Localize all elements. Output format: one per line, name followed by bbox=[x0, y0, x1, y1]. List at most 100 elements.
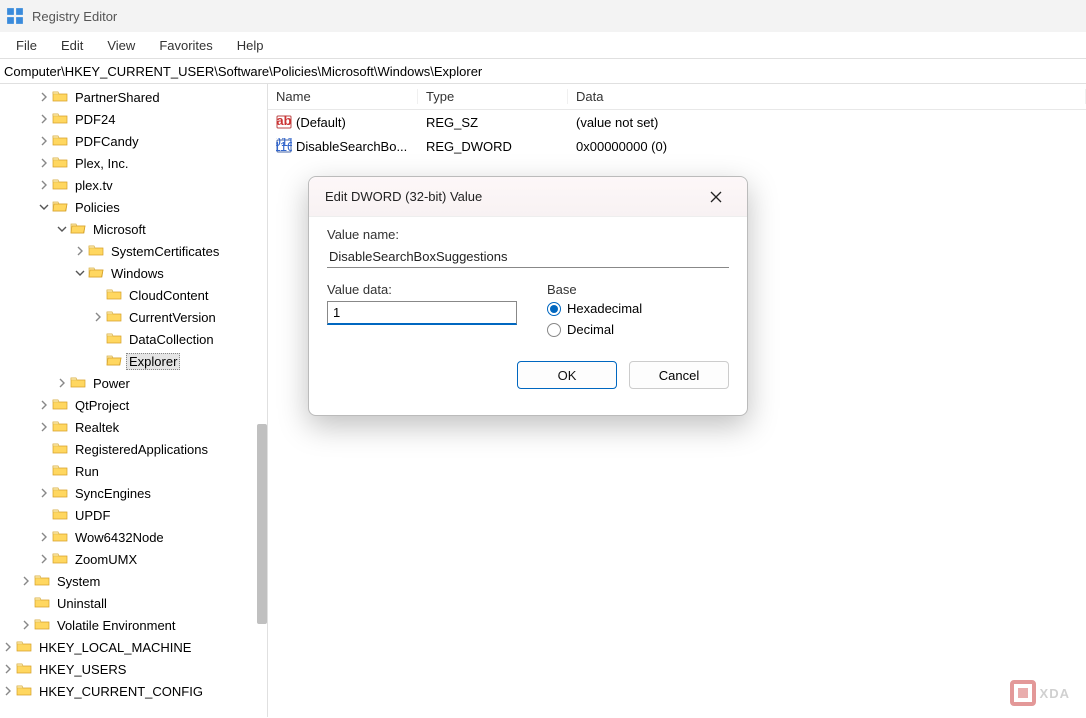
radio-decimal[interactable]: Decimal bbox=[547, 322, 729, 337]
radio-dot-icon bbox=[547, 302, 561, 316]
col-header-data[interactable]: Data bbox=[568, 89, 1086, 104]
tree-item-cloudcontent[interactable]: CloudContent bbox=[0, 284, 267, 306]
folder-icon bbox=[52, 529, 72, 546]
folder-icon bbox=[106, 287, 126, 304]
address-bar[interactable]: Computer\HKEY_CURRENT_USER\Software\Poli… bbox=[0, 59, 1086, 83]
tree-item-pdfcandy[interactable]: PDFCandy bbox=[0, 130, 267, 152]
col-header-type[interactable]: Type bbox=[418, 89, 568, 104]
tree-item-label: SystemCertificates bbox=[108, 243, 222, 260]
tree-item-updf[interactable]: UPDF bbox=[0, 504, 267, 526]
chevron-right-icon[interactable] bbox=[36, 551, 52, 567]
menu-edit[interactable]: Edit bbox=[51, 36, 93, 55]
folder-icon bbox=[34, 573, 54, 590]
radio-dec-label: Decimal bbox=[567, 322, 614, 337]
chevron-right-icon[interactable] bbox=[36, 89, 52, 105]
chevron-right-icon[interactable] bbox=[0, 683, 16, 699]
svg-text:110: 110 bbox=[276, 139, 292, 154]
tree-item-pdf24[interactable]: PDF24 bbox=[0, 108, 267, 130]
cell-name: 011110DisableSearchBo... bbox=[268, 138, 418, 154]
ok-button[interactable]: OK bbox=[517, 361, 617, 389]
app-title: Registry Editor bbox=[32, 9, 117, 24]
tree-item-label: CloudContent bbox=[126, 287, 212, 304]
tree-item-run[interactable]: Run bbox=[0, 460, 267, 482]
tree-item-label: HKEY_LOCAL_MACHINE bbox=[36, 639, 194, 656]
tree-item-explorer[interactable]: Explorer bbox=[0, 350, 267, 372]
tree-item-partnershared[interactable]: PartnerShared bbox=[0, 86, 267, 108]
tree-item-zoomumx[interactable]: ZoomUMX bbox=[0, 548, 267, 570]
folder-icon bbox=[52, 463, 72, 480]
chevron-right-icon[interactable] bbox=[36, 177, 52, 193]
tree-item-plex-tv[interactable]: plex.tv bbox=[0, 174, 267, 196]
tree-item-power[interactable]: Power bbox=[0, 372, 267, 394]
tree-item-label: Uninstall bbox=[54, 595, 110, 612]
tree-item-label: Run bbox=[72, 463, 102, 480]
base-label: Base bbox=[547, 282, 729, 297]
tree-item-syncengines[interactable]: SyncEngines bbox=[0, 482, 267, 504]
list-row[interactable]: 011110DisableSearchBo...REG_DWORD0x00000… bbox=[268, 134, 1086, 158]
chevron-right-icon[interactable] bbox=[36, 419, 52, 435]
tree-item-label: System bbox=[54, 573, 103, 590]
chevron-down-icon[interactable] bbox=[54, 221, 70, 237]
tree-item-hkey-current-config[interactable]: HKEY_CURRENT_CONFIG bbox=[0, 680, 267, 702]
chevron-right-icon[interactable] bbox=[36, 529, 52, 545]
cell-type: REG_DWORD bbox=[418, 139, 568, 154]
menu-favorites[interactable]: Favorites bbox=[149, 36, 222, 55]
tree-item-label: Policies bbox=[72, 199, 123, 216]
tree-item-policies[interactable]: Policies bbox=[0, 196, 267, 218]
tree-pane[interactable]: PartnerShared PDF24 PDFCandyPlex, Inc.plex… bbox=[0, 84, 268, 717]
chevron-right-icon[interactable] bbox=[0, 661, 16, 677]
tree-item-wow6432node[interactable]: Wow6432Node bbox=[0, 526, 267, 548]
tree-item-hkey-local-machine[interactable]: HKEY_LOCAL_MACHINE bbox=[0, 636, 267, 658]
tree-item-qtproject[interactable]: QtProject bbox=[0, 394, 267, 416]
tree-item-windows[interactable]: Windows bbox=[0, 262, 267, 284]
tree-item-label: RegisteredApplications bbox=[72, 441, 211, 458]
tree-item-label: Windows bbox=[108, 265, 167, 282]
scrollbar[interactable] bbox=[257, 424, 267, 624]
chevron-down-icon[interactable] bbox=[72, 265, 88, 281]
chevron-down-icon[interactable] bbox=[36, 199, 52, 215]
close-icon[interactable] bbox=[701, 182, 731, 212]
chevron-right-icon[interactable] bbox=[36, 397, 52, 413]
menu-help[interactable]: Help bbox=[227, 36, 274, 55]
chevron-right-icon[interactable] bbox=[36, 133, 52, 149]
address-text: Computer\HKEY_CURRENT_USER\Software\Poli… bbox=[4, 64, 482, 79]
chevron-right-icon[interactable] bbox=[36, 155, 52, 171]
cell-data: (value not set) bbox=[568, 115, 1086, 130]
chevron-right-icon[interactable] bbox=[18, 573, 34, 589]
chevron-right-icon[interactable] bbox=[90, 309, 106, 325]
tree-item-realtek[interactable]: Realtek bbox=[0, 416, 267, 438]
menu-view[interactable]: View bbox=[97, 36, 145, 55]
menu-file[interactable]: File bbox=[6, 36, 47, 55]
tree-item-uninstall[interactable]: Uninstall bbox=[0, 592, 267, 614]
folder-icon bbox=[88, 243, 108, 260]
dialog-body: Value name: DisableSearchBoxSuggestions … bbox=[309, 217, 747, 353]
radio-hexadecimal[interactable]: Hexadecimal bbox=[547, 301, 729, 316]
tree-item-systemcertificates[interactable]: SystemCertificates bbox=[0, 240, 267, 262]
tree-item-microsoft[interactable]: Microsoft bbox=[0, 218, 267, 240]
tree-item-label: PDF24 bbox=[72, 111, 118, 128]
tree-item-currentversion[interactable]: CurrentVersion bbox=[0, 306, 267, 328]
chevron-right-icon[interactable] bbox=[18, 617, 34, 633]
tree-item-system[interactable]: System bbox=[0, 570, 267, 592]
folder-icon bbox=[106, 309, 126, 326]
list-row[interactable]: ab(Default)REG_SZ(value not set) bbox=[268, 110, 1086, 134]
chevron-right-icon[interactable] bbox=[36, 111, 52, 127]
tree-item-hkey-users[interactable]: HKEY_USERS bbox=[0, 658, 267, 680]
chevron-right-icon[interactable] bbox=[72, 243, 88, 259]
tree-item-plex-inc-[interactable]: Plex, Inc. bbox=[0, 152, 267, 174]
chevron-right-icon[interactable] bbox=[36, 485, 52, 501]
watermark: XDA bbox=[1010, 680, 1070, 706]
tree-item-registeredapplications[interactable]: RegisteredApplications bbox=[0, 438, 267, 460]
folder-icon bbox=[16, 683, 36, 700]
value-name-field[interactable]: DisableSearchBoxSuggestions bbox=[327, 246, 729, 268]
tree-item-label: QtProject bbox=[72, 397, 132, 414]
tree-item-volatile-environment[interactable]: Volatile Environment bbox=[0, 614, 267, 636]
cancel-button[interactable]: Cancel bbox=[629, 361, 729, 389]
folder-icon bbox=[52, 507, 72, 524]
col-header-name[interactable]: Name bbox=[268, 89, 418, 104]
chevron-right-icon[interactable] bbox=[0, 639, 16, 655]
value-data-input[interactable] bbox=[327, 301, 517, 325]
tree-item-datacollection[interactable]: DataCollection bbox=[0, 328, 267, 350]
chevron-right-icon[interactable] bbox=[54, 375, 70, 391]
tree-item-label: Explorer bbox=[126, 353, 180, 370]
